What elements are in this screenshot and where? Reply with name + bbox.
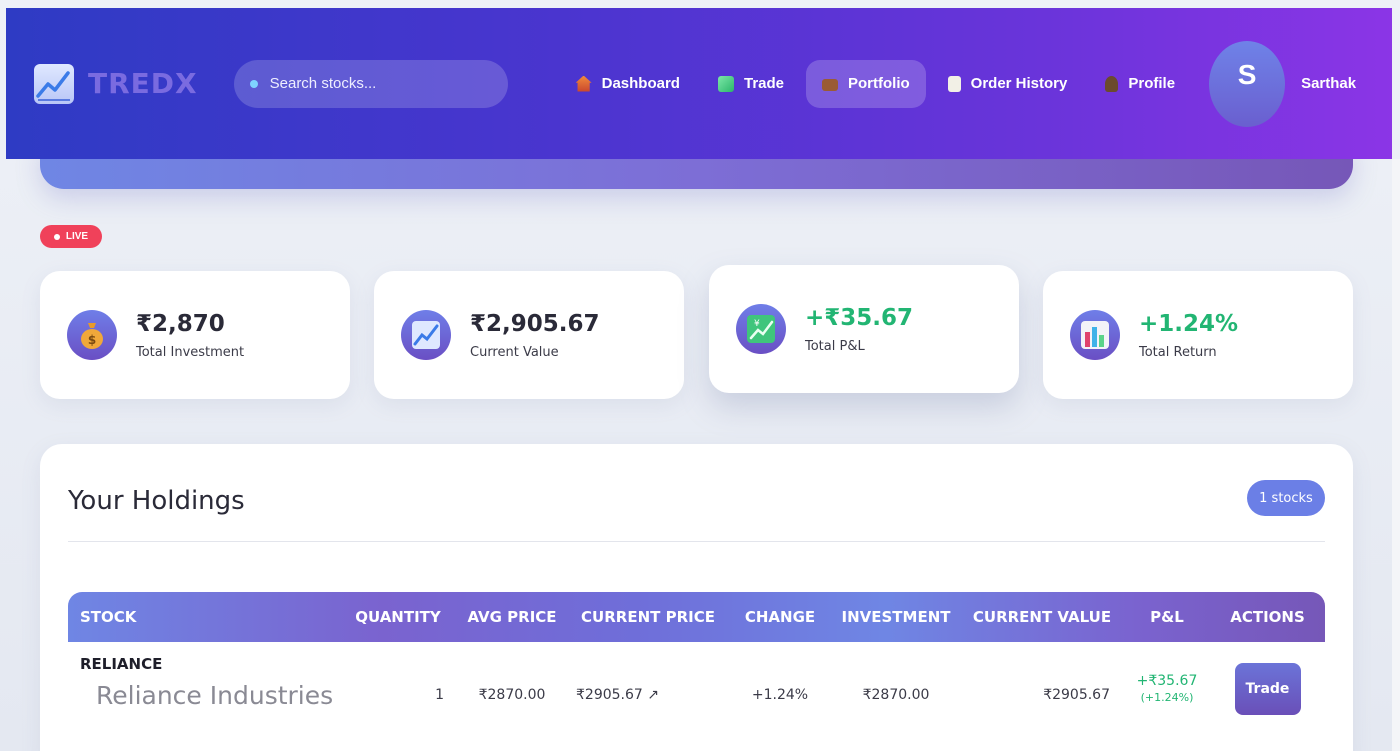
actions-cell: Trade (1210, 642, 1325, 722)
table-row[interactable]: RELIANCE Reliance Industries 1 ₹2870.00 … (68, 642, 1325, 722)
trend-chart-icon (401, 310, 451, 360)
stock-cell: RELIANCE Reliance Industries (68, 642, 340, 722)
column-header[interactable]: QUANTITY (340, 592, 456, 642)
section-title: Your Holdings (68, 486, 245, 516)
column-header[interactable]: ACTIONS (1210, 592, 1325, 642)
stat-value: ₹2,905.67 (470, 310, 600, 337)
column-header[interactable]: CHANGE (728, 592, 832, 642)
column-header[interactable]: INVESTMENT (832, 592, 960, 642)
bar-chart-icon (1070, 310, 1120, 360)
live-label: LIVE (65, 231, 89, 242)
person-icon (1105, 75, 1119, 92)
column-header[interactable]: P&L (1124, 592, 1210, 642)
divider (68, 541, 1325, 542)
nav-links: Dashboard Trade Portfolio Order History … (560, 59, 1191, 108)
count-badge: 1 stocks (1247, 480, 1325, 516)
stat-card-total-investment: $ ₹2,870 Total Investment (40, 271, 350, 399)
stat-card-current-value: ₹2,905.67 Current Value (374, 271, 684, 399)
pl-cell: +₹35.67 (+1.24%) (1124, 642, 1210, 722)
nav-item-label: Portfolio (848, 75, 910, 92)
column-header[interactable]: AVG PRICE (456, 592, 568, 642)
trade-button[interactable]: Trade (1234, 663, 1301, 715)
nav-item-dashboard[interactable]: Dashboard (560, 60, 696, 108)
pl-percent: (+1.24%) (1140, 690, 1194, 704)
column-header[interactable]: STOCK (68, 592, 340, 642)
stock-symbol: RELIANCE (80, 654, 163, 673)
pl-value: +₹35.67 (1136, 672, 1198, 689)
stat-label: Total P&L (805, 338, 865, 354)
chart-icon (717, 75, 734, 92)
clipboard-icon (947, 75, 961, 92)
nav-item-profile[interactable]: Profile (1089, 60, 1191, 108)
nav-item-label: Profile (1128, 75, 1176, 92)
stat-label: Total Return (1139, 344, 1217, 360)
search-icon (249, 79, 258, 88)
stat-card-total-return: +1.24% Total Return (1043, 271, 1353, 399)
nav-item-label: Dashboard (601, 75, 680, 92)
stat-label: Total Investment (136, 344, 245, 360)
scrollbar-track[interactable] (1392, 159, 1400, 751)
nav-item-order-history[interactable]: Order History (932, 60, 1084, 108)
briefcase-icon (822, 79, 839, 91)
stat-text: ₹2,905.67 Current Value (470, 311, 600, 360)
stat-text: ₹2,870 Total Investment (136, 311, 244, 360)
svg-text:¥: ¥ (754, 319, 760, 329)
user-name: Sarthak (1301, 75, 1357, 92)
chart-trend-icon (34, 63, 74, 104)
brand-name: TREDX (88, 67, 198, 100)
brand-logo[interactable]: TREDX (34, 63, 198, 104)
change-cell: +1.24% (751, 687, 809, 703)
yen-chart-icon: ¥ (736, 304, 786, 354)
money-bag-icon: $ (67, 310, 117, 360)
avatar[interactable]: S (1209, 40, 1286, 127)
stat-label: Current Value (470, 344, 559, 360)
current-value-cell: ₹2905.67 (1043, 687, 1110, 703)
company-name: Reliance Industries (96, 680, 334, 710)
stat-value: +1.24% (1139, 310, 1239, 337)
svg-text:$: $ (88, 333, 96, 347)
avg-price-cell: ₹2870.00 (478, 687, 546, 703)
column-header[interactable]: CURRENT PRICE (568, 592, 728, 642)
live-badge: LIVE (40, 225, 102, 248)
top-navbar: TREDX Dashboard Trade Portfolio Order Hi… (6, 8, 1392, 159)
column-header[interactable]: CURRENT VALUE (960, 592, 1124, 642)
house-icon (575, 75, 592, 92)
nav-item-portfolio[interactable]: Portfolio (806, 59, 926, 108)
nav-item-trade[interactable]: Trade (702, 60, 800, 108)
table-header-row: STOCK QUANTITY AVG PRICE CURRENT PRICE C… (68, 592, 1325, 642)
live-dot-icon (53, 233, 60, 240)
stat-value: ₹2,870 (136, 310, 225, 337)
user-menu[interactable]: S Sarthak (1209, 40, 1357, 127)
quantity-cell: 1 (435, 687, 444, 703)
stat-text: +1.24% Total Return (1139, 311, 1238, 360)
nav-item-label: Trade (743, 75, 785, 92)
search-input[interactable] (269, 75, 490, 92)
search-box[interactable] (233, 59, 508, 108)
holdings-panel: Your Holdings 1 stocks STOCK QUANTITY AV… (40, 444, 1353, 751)
nav-item-label: Order History (970, 75, 1068, 92)
investment-cell: ₹2870.00 (862, 687, 930, 703)
stat-card-total-pl: ¥ +₹35.67 Total P&L (709, 265, 1019, 393)
stat-text: +₹35.67 Total P&L (805, 305, 913, 354)
stat-value: +₹35.67 (805, 304, 914, 331)
current-price-cell: ₹2905.67 ↗ (576, 687, 659, 703)
holdings-table: STOCK QUANTITY AVG PRICE CURRENT PRICE C… (68, 592, 1325, 722)
